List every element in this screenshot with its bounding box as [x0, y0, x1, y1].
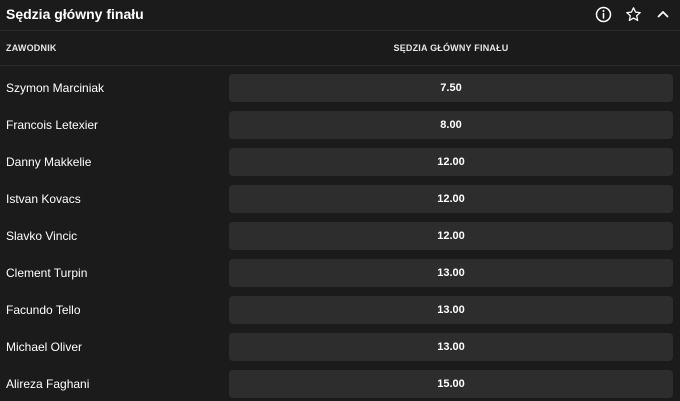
selection-row: Istvan Kovacs 12.00	[0, 181, 680, 218]
odds-button[interactable]: 8.00	[229, 111, 673, 139]
odds-button[interactable]: 7.50	[229, 74, 673, 102]
odds-button[interactable]: 12.00	[229, 185, 673, 213]
market-title: Sędzia główny finału	[6, 6, 144, 22]
odds-button[interactable]: 15.00	[229, 370, 673, 398]
selection-name: Danny Makkelie	[6, 155, 92, 169]
column-header: ZAWODNIK SĘDZIA GŁÓWNY FINAŁU	[0, 31, 680, 66]
star-icon[interactable]	[623, 4, 643, 24]
selection-list: Szymon Marciniak 7.50 Francois Letexier …	[0, 70, 680, 401]
selection-row: Alireza Faghani 15.00	[0, 366, 680, 401]
selection-name: Facundo Tello	[6, 303, 81, 317]
selection-row: Facundo Tello 13.00	[0, 292, 680, 329]
odds-button[interactable]: 13.00	[229, 296, 673, 324]
selection-name: Francois Letexier	[6, 118, 99, 132]
info-icon[interactable]	[593, 4, 613, 24]
odds-button[interactable]: 12.00	[229, 148, 673, 176]
selection-name: Michael Oliver	[6, 340, 83, 354]
selection-name: Alireza Faghani	[6, 377, 90, 391]
selection-row: Danny Makkelie 12.00	[0, 144, 680, 181]
market-header[interactable]: Sędzia główny finału	[0, 0, 680, 31]
column-header-market: SĘDZIA GŁÓWNY FINAŁU	[393, 43, 509, 53]
selection-row: Francois Letexier 8.00	[0, 107, 680, 144]
odds-button[interactable]: 13.00	[229, 333, 673, 361]
selection-row: Michael Oliver 13.00	[0, 329, 680, 366]
selection-name: Istvan Kovacs	[6, 192, 81, 206]
market-panel: Sędzia główny finału ZAWODNIK SĘDZIA GŁÓ…	[0, 0, 680, 401]
column-header-player: ZAWODNIK	[6, 43, 57, 53]
selection-row: Clement Turpin 13.00	[0, 255, 680, 292]
selection-row: Szymon Marciniak 7.50	[0, 70, 680, 107]
selection-name: Szymon Marciniak	[6, 81, 105, 95]
chevron-up-icon[interactable]	[653, 4, 673, 24]
odds-button[interactable]: 13.00	[229, 259, 673, 287]
selection-name: Clement Turpin	[6, 266, 88, 280]
odds-button[interactable]: 12.00	[229, 222, 673, 250]
selection-row: Slavko Vincic 12.00	[0, 218, 680, 255]
selection-name: Slavko Vincic	[6, 229, 78, 243]
